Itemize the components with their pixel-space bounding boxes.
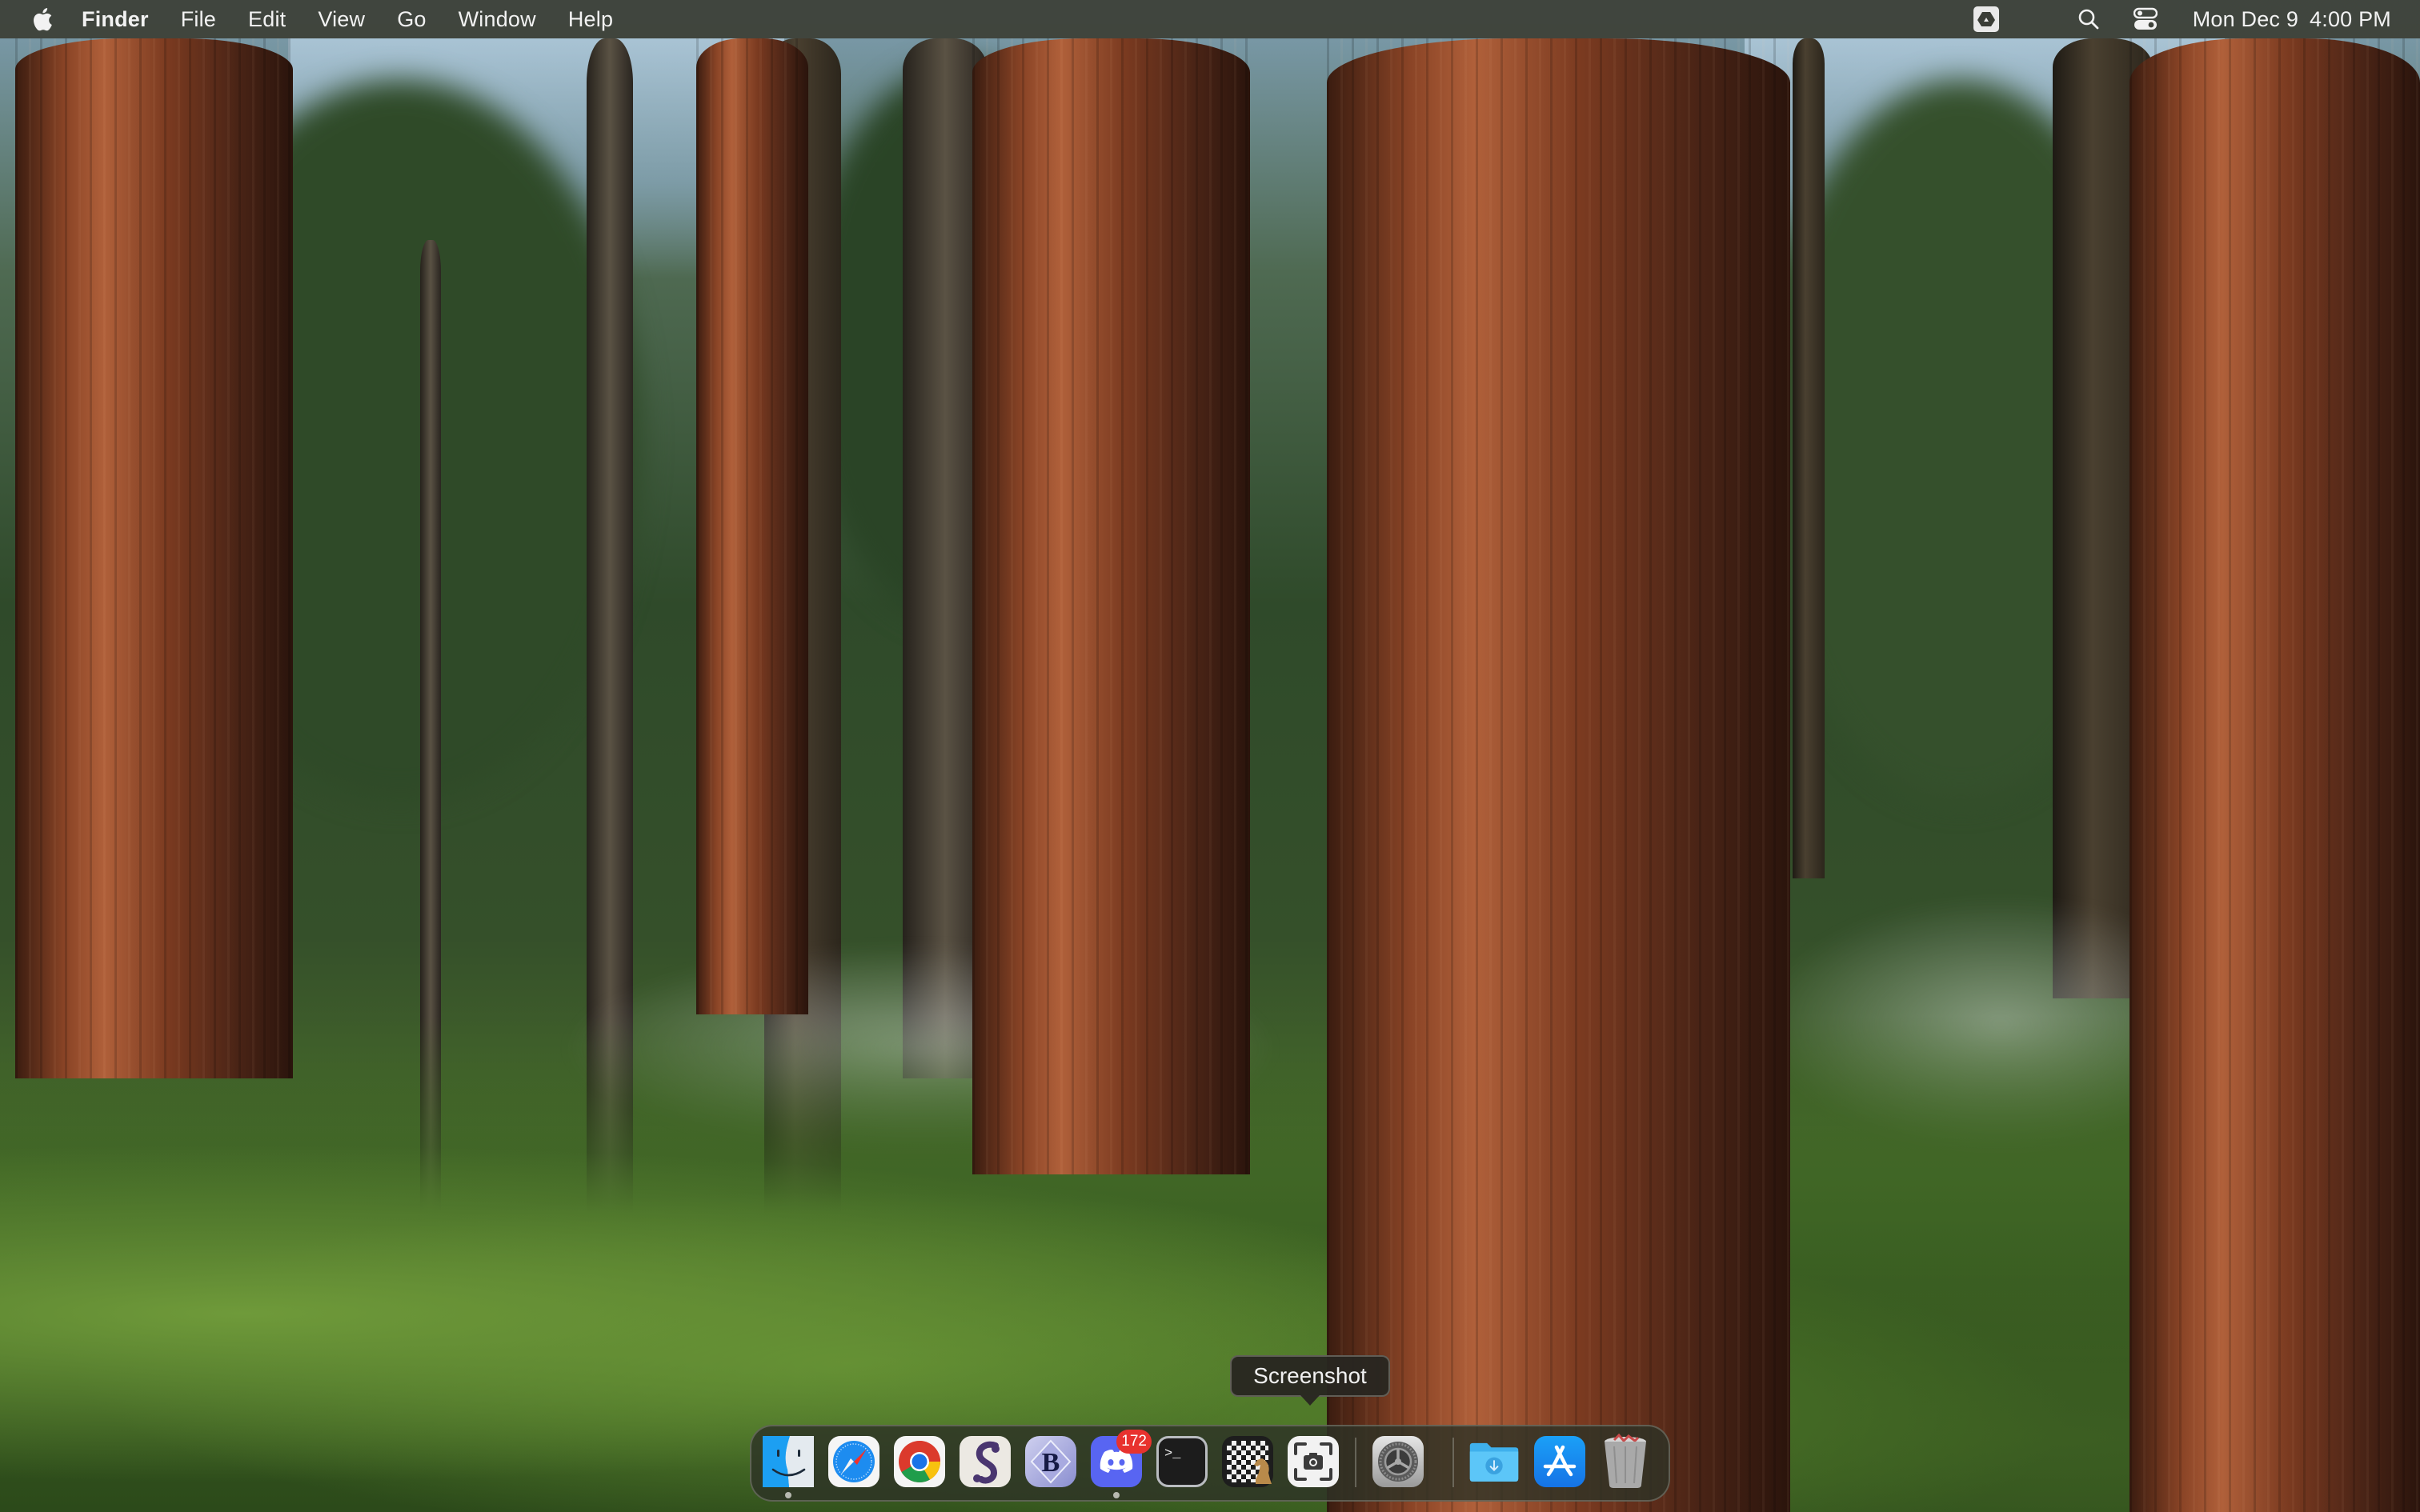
svg-text:>_: >_ xyxy=(1164,1446,1181,1462)
notification-badge: 172 xyxy=(1116,1430,1152,1454)
wallpaper-tree-trunk xyxy=(1793,38,1825,878)
dock-stack-downloads[interactable] xyxy=(1468,1436,1520,1487)
wallpaper-sequoia-trunk xyxy=(696,38,808,1014)
menu-app-name[interactable]: Finder xyxy=(82,7,149,32)
apple-menu-icon[interactable] xyxy=(29,5,54,34)
finder-icon xyxy=(763,1436,814,1487)
wallpaper-sequoia-trunk xyxy=(972,38,1250,1174)
wallpaper-sequoia-trunk xyxy=(2130,38,2420,1512)
dock-app-chess[interactable] xyxy=(1222,1436,1273,1487)
clock-time: 4:00 PM xyxy=(2310,6,2391,31)
dock-separator xyxy=(1355,1438,1356,1487)
chess-icon xyxy=(1227,1441,1272,1484)
clock-date: Mon Dec 9 xyxy=(2192,6,2299,31)
menu-edit[interactable]: Edit xyxy=(248,7,286,32)
downloads-folder-icon xyxy=(1469,1442,1519,1482)
google-drive-icon[interactable] xyxy=(1973,6,1999,32)
dock-app-app-store[interactable] xyxy=(1534,1436,1585,1487)
menu-file[interactable]: File xyxy=(181,7,216,32)
dock-app-scrivener[interactable] xyxy=(960,1436,1011,1487)
running-indicator xyxy=(1113,1492,1120,1498)
screenshot-icon xyxy=(1294,1442,1332,1481)
menu-bar: Finder File Edit View Go Window Help Mon… xyxy=(0,0,2420,38)
app-store-icon xyxy=(1543,1445,1577,1477)
safari-icon xyxy=(833,1441,875,1482)
scrivener-icon xyxy=(973,1441,1000,1484)
dock-app-discord[interactable]: 172 xyxy=(1091,1430,1152,1498)
desktop-wallpaper xyxy=(0,0,2420,1512)
dock-app-screenshot[interactable] xyxy=(1288,1436,1339,1487)
dock: B 172 >_ xyxy=(750,1425,1670,1502)
trash-icon xyxy=(1605,1434,1646,1488)
control-center-icon[interactable] xyxy=(2133,7,2158,31)
menu-bar-clock[interactable]: Mon Dec 9 4:00 PM xyxy=(2193,7,2391,32)
spotlight-search-icon[interactable] xyxy=(2077,8,2100,30)
dock-app-finder[interactable] xyxy=(763,1436,814,1498)
menu-go[interactable]: Go xyxy=(397,7,426,32)
dock-app-bbedit[interactable]: B xyxy=(1025,1436,1076,1487)
svg-text:B: B xyxy=(1042,1448,1060,1478)
dock-app-safari[interactable] xyxy=(828,1436,879,1487)
dock-separator xyxy=(1452,1438,1454,1487)
dock-app-chrome[interactable] xyxy=(894,1436,945,1487)
dock-app-system-settings[interactable] xyxy=(1372,1436,1424,1487)
bbedit-icon: B xyxy=(1030,1439,1072,1484)
menu-view[interactable]: View xyxy=(318,7,365,32)
dock-tooltip: Screenshot xyxy=(1230,1355,1390,1397)
menu-window[interactable]: Window xyxy=(459,7,536,32)
dock-app-terminal[interactable]: >_ xyxy=(1156,1436,1208,1487)
running-indicator xyxy=(785,1492,791,1498)
system-settings-icon xyxy=(1378,1442,1418,1482)
dock-trash[interactable] xyxy=(1600,1434,1651,1488)
chrome-icon xyxy=(899,1441,940,1482)
wallpaper-sequoia-trunk xyxy=(15,38,293,1078)
wallpaper-sequoia-trunk xyxy=(1327,38,1790,1512)
menu-help[interactable]: Help xyxy=(568,7,613,32)
terminal-icon: >_ xyxy=(1164,1446,1181,1462)
